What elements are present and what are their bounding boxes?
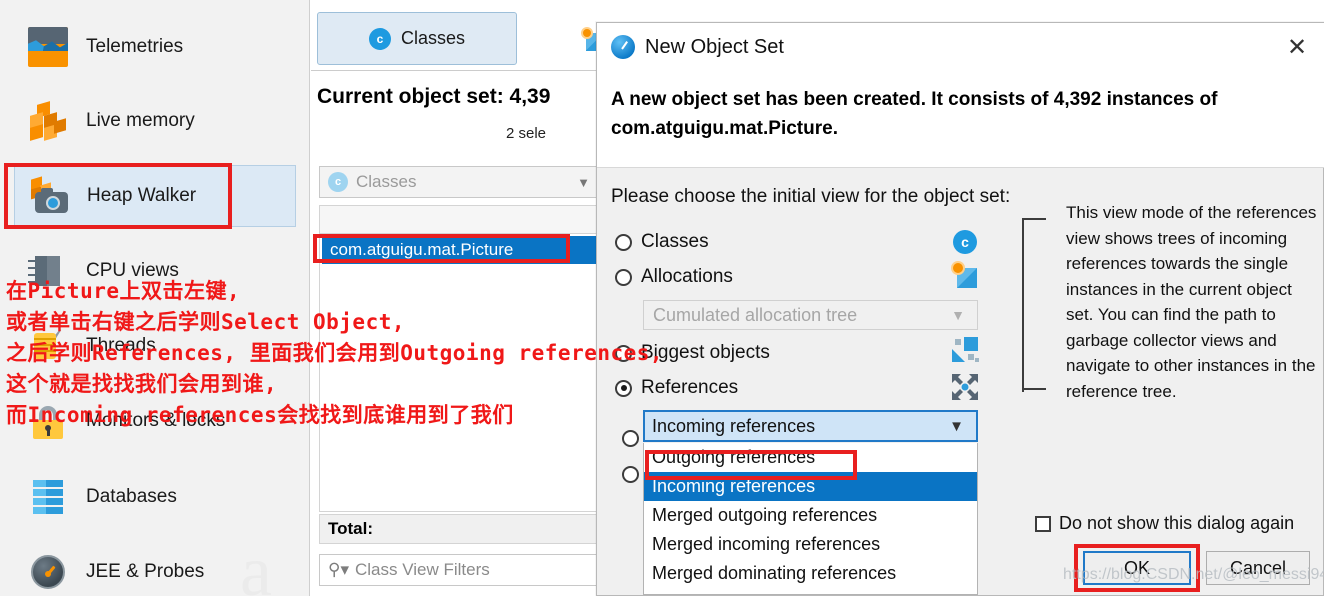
allocation-view-combo[interactable]: Cumulated allocation tree ▼: [643, 300, 978, 330]
live-memory-icon: [28, 101, 68, 141]
classes-icon: c: [328, 172, 348, 192]
sidebar-item-label: JEE & Probes: [86, 561, 205, 582]
radio-option-allocations[interactable]: Allocations: [615, 266, 733, 288]
cpu-views-icon: [28, 251, 68, 291]
list-item[interactable]: Incoming references: [644, 472, 977, 501]
chevron-down-icon: ▼: [951, 307, 965, 323]
databases-icon: [28, 477, 68, 517]
sidebar-item-databases[interactable]: Databases: [14, 466, 296, 528]
reference-view-value: Incoming references: [652, 415, 816, 436]
allocation-view-value: Cumulated allocation tree: [653, 304, 858, 325]
radio-button[interactable]: [615, 344, 632, 362]
dialog-title-bar: New Object Set ✕: [597, 23, 1324, 71]
sidebar-item-heap-walker[interactable]: Heap Walker: [14, 165, 296, 227]
dialog-prompt: Please choose the initial view for the o…: [611, 186, 1011, 207]
sidebar-item-label: Databases: [86, 486, 177, 507]
reference-view-combo[interactable]: Incoming references ▼: [643, 410, 978, 442]
banner-line-1: A new object set has been created. It co…: [611, 89, 1218, 110]
monitors-locks-icon: [28, 401, 68, 441]
classes-icon: c: [953, 230, 981, 258]
reference-view-dropdown-list[interactable]: Outgoing references Incoming references …: [643, 443, 978, 595]
jprofiler-icon: [611, 35, 635, 59]
close-icon[interactable]: ✕: [1269, 23, 1324, 71]
do-not-show-again-checkbox[interactable]: Do not show this dialog again: [1035, 513, 1294, 534]
radio-option-biggest-objects[interactable]: Biggest objects: [615, 342, 770, 364]
current-object-set-label: Current object set:: [317, 85, 504, 108]
threads-icon: [28, 326, 68, 366]
sidebar-item-label: CPU views: [86, 260, 179, 281]
current-object-set: Current object set: 4,39: [317, 85, 550, 109]
sidebar-item-label: Heap Walker: [87, 185, 197, 206]
class-view-filter-input[interactable]: ⚲▾ Class View Filters: [319, 554, 601, 586]
sidebar-item-telemetries[interactable]: Telemetries: [14, 16, 296, 78]
allocations-icon: [951, 261, 979, 289]
sidebar-item-label: Live memory: [86, 110, 195, 131]
radio-button-hidden-2[interactable]: [622, 466, 639, 483]
classes-icon: c: [368, 27, 391, 50]
sidebar-item-threads[interactable]: Threads: [14, 315, 296, 377]
dialog-banner: A new object set has been created. It co…: [597, 71, 1324, 168]
radio-label: Allocations: [641, 266, 733, 287]
radio-button[interactable]: [615, 233, 632, 251]
sidebar-item-live-memory[interactable]: Live memory: [14, 90, 296, 152]
radio-option-references[interactable]: References: [615, 377, 738, 399]
radio-label: References: [641, 377, 739, 398]
sidebar-item-cpu-views[interactable]: CPU views: [14, 240, 296, 302]
view-tab-bar: c Classes A: [311, 0, 625, 70]
app-window: Telemetries Live memory Heap Walker CPU …: [0, 0, 1324, 596]
radio-label: Classes: [641, 231, 709, 252]
radio-button-hidden-1[interactable]: [622, 430, 639, 447]
dialog-title: New Object Set: [645, 35, 784, 58]
sidebar-item-label: Threads: [86, 335, 156, 356]
main-panel: c Classes A Current object set: 4,39 2 s…: [311, 0, 625, 596]
references-icon: [951, 373, 979, 401]
view-selector-value: Classes: [356, 172, 417, 191]
biggest-objects-icon: [951, 336, 979, 364]
watermark: https://blog.CSDN.net/@leo_messi94: [1063, 566, 1324, 583]
view-mode-description: This view mode of the references view sh…: [1066, 203, 1317, 401]
selection-info: 2 sele: [506, 125, 547, 142]
chevron-down-icon: ▼: [949, 417, 964, 435]
checkbox-label: Do not show this dialog again: [1059, 513, 1295, 533]
sidebar: Telemetries Live memory Heap Walker CPU …: [0, 0, 310, 596]
tab-separator: [311, 70, 601, 71]
heap-walker-icon: [29, 176, 69, 216]
chevron-down-icon: ▼: [577, 174, 590, 190]
search-icon: ⚲▾: [328, 560, 349, 579]
current-object-set-value: 4,39: [509, 85, 551, 108]
checkbox-box[interactable]: [1035, 515, 1051, 532]
tab-classes[interactable]: c Classes: [317, 12, 517, 65]
banner-line-2: com.atguigu.mat.Picture.: [611, 118, 838, 139]
total-row: Total:: [319, 514, 601, 544]
tab-label: Classes: [400, 28, 466, 48]
list-item[interactable]: Merged outgoing references: [644, 501, 977, 530]
class-table-header: [319, 205, 601, 233]
radio-button[interactable]: [615, 268, 632, 286]
radio-label: Biggest objects: [641, 342, 770, 363]
list-item[interactable]: Outgoing references: [644, 443, 977, 472]
telemetries-icon: [28, 27, 68, 67]
jee-probes-icon: [28, 552, 68, 592]
list-item[interactable]: Merged dominating references: [644, 559, 977, 588]
filter-placeholder: Class View Filters: [354, 560, 490, 579]
radio-option-classes[interactable]: Classes: [615, 231, 709, 253]
sidebar-item-jee-probes[interactable]: JEE & Probes: [14, 541, 296, 596]
description-bracket: [1022, 218, 1046, 392]
sidebar-item-monitors-locks[interactable]: Monitors & locks: [14, 390, 296, 452]
sidebar-item-label: Monitors & locks: [86, 410, 226, 431]
class-table-body[interactable]: com.atguigu.mat.Picture: [319, 233, 601, 512]
total-label: Total:: [328, 519, 374, 538]
table-row[interactable]: com.atguigu.mat.Picture: [322, 236, 600, 264]
sidebar-item-label: Telemetries: [86, 36, 184, 57]
radio-button[interactable]: [615, 379, 632, 397]
view-selector-combo[interactable]: c Classes ▼: [319, 166, 601, 198]
list-item[interactable]: Merged incoming references: [644, 530, 977, 559]
